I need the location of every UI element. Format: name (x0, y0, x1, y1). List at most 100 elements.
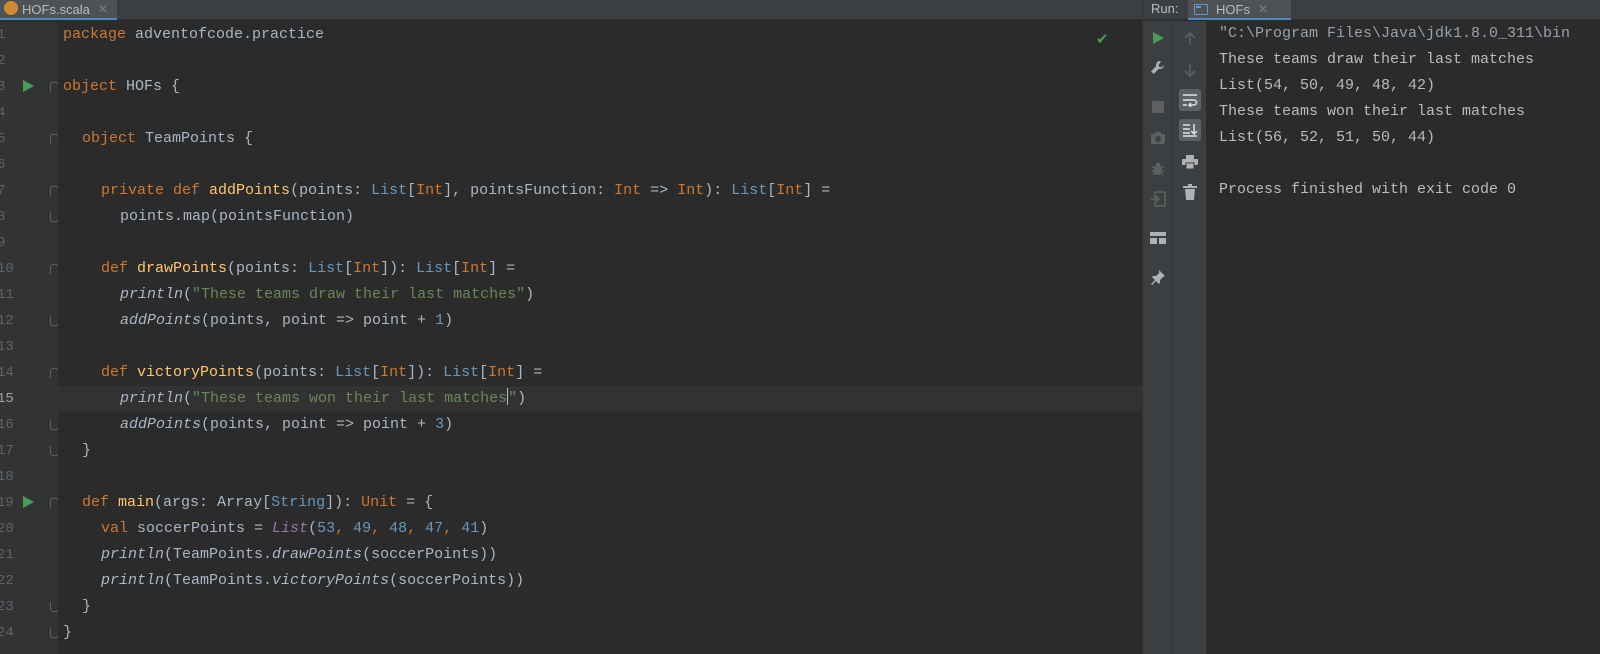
type: Int (614, 182, 642, 199)
function-call: addPoints (120, 416, 202, 433)
login-exit-icon[interactable] (1147, 188, 1169, 210)
code-text: (points, point => point + (201, 312, 436, 329)
keyword: object (63, 78, 118, 95)
editor-tab-label: HOFs.scala (22, 1, 90, 17)
line-number: 1 (0, 27, 6, 43)
run-label: Run: (1151, 1, 1179, 16)
line-number: 21 (0, 547, 14, 563)
code-text: ] = (515, 364, 543, 381)
line-number: 7 (0, 183, 6, 199)
console-line-command: "C:\Program Files\Java\jdk1.8.0_311\bin (1219, 25, 1571, 42)
type: Int (416, 182, 444, 199)
code-text: ( (308, 520, 318, 537)
function-name: drawPoints (137, 260, 228, 277)
close-icon[interactable]: ✕ (1258, 2, 1268, 16)
type: List (731, 182, 768, 199)
keyword: def (82, 494, 110, 511)
camera-icon[interactable] (1147, 127, 1169, 149)
up-arrow-icon[interactable] (1179, 28, 1201, 50)
code-text: (points, point => point + (201, 416, 436, 433)
code-text: , (335, 520, 354, 537)
scala-file-icon (4, 1, 18, 15)
list-constructor: List (272, 520, 309, 537)
rerun-icon[interactable] (1147, 27, 1169, 49)
type: Int (380, 364, 408, 381)
type: List (371, 182, 408, 199)
code-text: [ (371, 364, 381, 381)
run-tab-hofs[interactable]: HOFs ✕ (1188, 0, 1291, 20)
line-number: 23 (0, 599, 14, 615)
code-line: val soccerPoints = List(53, 49, 48, 47, … (58, 516, 1142, 542)
line-number-current: 15 (0, 391, 14, 407)
code-text: , (443, 520, 462, 537)
type: Int (677, 182, 705, 199)
code-editor[interactable]: HOFs.scala ✕ 1 2 3 4 5 6 7 8 9 10 11 12 … (0, 0, 1142, 654)
run-main-icon[interactable] (23, 496, 34, 508)
down-arrow-icon[interactable] (1179, 59, 1201, 81)
keyword: private def (101, 182, 201, 199)
code-text: [ (452, 260, 462, 277)
line-number: 11 (0, 287, 14, 303)
line-number: 5 (0, 131, 6, 147)
code-text: , (407, 520, 426, 537)
print-icon[interactable] (1179, 151, 1201, 173)
console-line-exit-status: Process finished with exit code 0 (1219, 181, 1517, 198)
line-number: 20 (0, 521, 14, 537)
line-number: 13 (0, 339, 14, 355)
console-line: These teams won their last matches (1219, 103, 1526, 120)
run-object-icon[interactable] (23, 80, 34, 92)
code-line: object TeamPoints { (58, 126, 1142, 152)
code-line: println(TeamPoints.drawPoints(soccerPoin… (58, 542, 1142, 568)
console-line: List(56, 52, 51, 50, 44) (1219, 129, 1436, 146)
layout-icon[interactable] (1147, 227, 1169, 249)
run-tool-window[interactable]: Run: HOFs ✕ "C:\Program Files\Java\jdk1.… (1142, 0, 1600, 654)
code-area[interactable]: package adventofcode.practice object HOF… (58, 22, 1142, 654)
type: Unit (361, 494, 398, 511)
code-text: ( (183, 390, 193, 407)
editor-tab-hofs-scala[interactable]: HOFs.scala ✕ (0, 0, 117, 20)
code-text: ) (525, 286, 535, 303)
scroll-to-end-icon[interactable] (1179, 119, 1201, 141)
code-text: (args: Array[ (154, 494, 272, 511)
run-tab-label: HOFs (1216, 1, 1250, 17)
code-text: (TeamPoints. (164, 572, 273, 589)
line-number: 9 (0, 235, 6, 251)
code-text: [ (767, 182, 777, 199)
type: Int (488, 364, 516, 381)
wrench-icon[interactable] (1147, 57, 1169, 79)
line-number: 8 (0, 209, 6, 225)
code-text: ], pointsFunction: (443, 182, 615, 199)
type: List (308, 260, 345, 277)
code-text: (TeamPoints. (164, 546, 273, 563)
function-call: addPoints (120, 312, 202, 329)
console-line: List(54, 50, 49, 48, 42) (1219, 77, 1436, 94)
console-icon (1194, 3, 1208, 15)
code-text: TeamPoints { (136, 130, 254, 147)
function-call: victoryPoints (272, 572, 390, 589)
code-text: , (371, 520, 390, 537)
function-call: println (120, 286, 184, 303)
code-text: } (63, 624, 73, 641)
stop-icon[interactable] (1147, 96, 1169, 118)
code-line: addPoints(points, point => point + 1) (58, 308, 1142, 334)
pin-icon[interactable] (1147, 266, 1169, 288)
line-number: 18 (0, 469, 14, 485)
trash-icon[interactable] (1179, 181, 1201, 203)
line-number: 22 (0, 573, 14, 589)
debug-bug-icon[interactable] (1147, 158, 1169, 180)
function-name: addPoints (209, 182, 291, 199)
line-number-gutter[interactable]: 1 2 3 4 5 6 7 8 9 10 11 12 13 14 15 16 1… (0, 22, 59, 654)
close-icon[interactable]: ✕ (98, 2, 108, 16)
console-line: These teams draw their last matches (1219, 51, 1535, 68)
run-toolbar-primary (1143, 21, 1173, 654)
code-text: (points: (290, 182, 372, 199)
type: List (443, 364, 480, 381)
code-text: ] = (488, 260, 516, 277)
code-text: ): (704, 182, 732, 199)
console-output[interactable]: "C:\Program Files\Java\jdk1.8.0_311\bin … (1207, 21, 1600, 654)
number-literal: 41 (461, 520, 480, 537)
inspection-ok-icon[interactable]: ✔ (1096, 30, 1109, 48)
code-line: } (58, 620, 1142, 646)
keyword: def (101, 260, 129, 277)
soft-wrap-icon[interactable] (1179, 89, 1201, 111)
